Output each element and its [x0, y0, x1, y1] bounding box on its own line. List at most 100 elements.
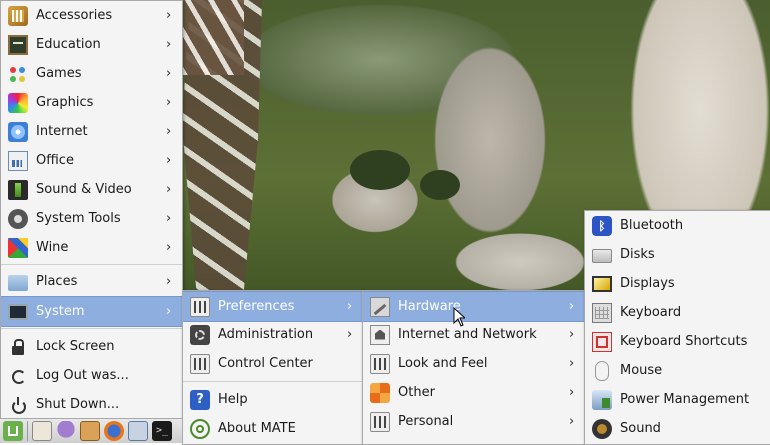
chevron-right-icon: › [569, 327, 575, 342]
menu-item-personal[interactable]: Personal › [363, 407, 585, 436]
menu-item-log-out[interactable]: Log Out was... [1, 361, 182, 390]
logout-icon [8, 366, 28, 386]
accessories-icon [8, 5, 28, 26]
games-icon [8, 63, 28, 84]
menu-item-label: Places [36, 274, 78, 289]
menu-item-administration[interactable]: Administration › [183, 320, 363, 349]
chevron-right-icon: › [569, 414, 575, 429]
office-icon [8, 150, 28, 171]
menu-item-help[interactable]: ? Help [183, 385, 363, 414]
menu-item-label: Sound & Video [36, 182, 132, 197]
menu-separator [1, 328, 182, 329]
menu-item-graphics[interactable]: Graphics › [1, 88, 182, 117]
menu-item-accessories[interactable]: Accessories › [1, 1, 182, 30]
menu-item-places[interactable]: Places › [1, 267, 182, 296]
file-manager-launcher-icon[interactable] [128, 421, 148, 441]
disk-icon [592, 249, 612, 263]
network-icon [370, 324, 390, 345]
text-editor-launcher-icon[interactable] [32, 421, 52, 441]
menu-item-lock-screen[interactable]: Lock Screen [1, 332, 182, 361]
pidgin-launcher-icon[interactable] [56, 421, 76, 441]
menu-item-education[interactable]: Education › [1, 30, 182, 59]
menu-item-label: Power Management [620, 392, 750, 407]
menu-item-label: Bluetooth [620, 218, 684, 233]
menu-item-system[interactable]: System › [1, 296, 182, 327]
system-tools-icon [8, 208, 28, 229]
menu-item-sound-video[interactable]: Sound & Video › [1, 175, 182, 204]
graphics-icon [8, 92, 28, 113]
menu-item-label: Log Out was... [36, 368, 129, 383]
firefox-launcher-icon[interactable] [104, 421, 124, 441]
chevron-right-icon: › [347, 299, 353, 314]
menu-item-control-center[interactable]: Control Center [183, 349, 363, 378]
menu-item-internet-network[interactable]: Internet and Network › [363, 320, 585, 349]
bluetooth-icon: ᛒ [592, 215, 612, 236]
chevron-right-icon: › [166, 153, 172, 168]
menu-item-label: Wine [36, 240, 69, 255]
chevron-right-icon: › [569, 356, 575, 371]
menu-item-preferences[interactable]: Preferences › [183, 291, 363, 322]
sound-video-icon [8, 179, 28, 200]
display-icon [592, 275, 612, 292]
chevron-right-icon: › [166, 66, 172, 81]
menu-item-games[interactable]: Games › [1, 59, 182, 88]
menu-item-internet[interactable]: Internet › [1, 117, 182, 146]
menu-item-look-and-feel[interactable]: Look and Feel › [363, 349, 585, 378]
chevron-right-icon: › [569, 299, 575, 314]
menu-item-displays[interactable]: Displays [585, 269, 770, 298]
menu-item-wine[interactable]: Wine › [1, 233, 182, 262]
menu-item-keyboard-shortcuts[interactable]: Keyboard Shortcuts [585, 327, 770, 356]
menu-launcher-icon[interactable] [3, 421, 23, 441]
chevron-right-icon: › [166, 8, 172, 23]
menu-item-label: Accessories [36, 8, 113, 23]
wallpaper-shrub [350, 150, 410, 190]
hardware-submenu: ᛒ Bluetooth Disks Displays Keyboard Keyb… [584, 210, 770, 445]
folder-icon [8, 274, 28, 291]
menu-item-label: Help [218, 392, 248, 407]
menu-item-label: Hardware [398, 299, 461, 314]
mouse-icon [595, 360, 609, 381]
abiword-launcher-icon[interactable] [80, 421, 100, 441]
menu-item-keyboard[interactable]: Keyboard [585, 298, 770, 327]
menu-item-sound[interactable]: Sound [585, 414, 770, 443]
hardware-icon [370, 296, 390, 317]
menu-item-label: System Tools [36, 211, 121, 226]
chevron-right-icon: › [347, 327, 353, 342]
chevron-right-icon: › [166, 95, 172, 110]
menu-item-label: Education [36, 37, 101, 52]
menu-item-about-mate[interactable]: About MATE [183, 414, 363, 443]
chevron-right-icon: › [166, 304, 172, 319]
menu-item-label: Internet [36, 124, 88, 139]
chevron-right-icon: › [166, 37, 172, 52]
control-center-icon [190, 353, 210, 374]
menu-separator [183, 381, 363, 382]
menu-item-power-management[interactable]: Power Management [585, 385, 770, 414]
menu-item-label: Personal [398, 414, 454, 429]
menu-item-office[interactable]: Office › [1, 146, 182, 175]
menu-item-bluetooth[interactable]: ᛒ Bluetooth [585, 211, 770, 240]
menu-item-other[interactable]: Other › [363, 378, 585, 407]
system-submenu: Preferences › Administration › Control C… [182, 290, 364, 445]
mate-logo-icon [190, 418, 210, 439]
menu-item-hardware[interactable]: Hardware › [363, 291, 585, 322]
menu-item-label: Administration [218, 327, 314, 342]
chevron-right-icon: › [166, 211, 172, 226]
menu-item-label: Internet and Network [398, 327, 537, 342]
administration-icon [190, 324, 210, 345]
menu-item-disks[interactable]: Disks [585, 240, 770, 269]
help-icon: ? [190, 389, 210, 410]
lock-icon [8, 337, 28, 357]
chevron-right-icon: › [166, 240, 172, 255]
menu-item-shut-down[interactable]: Shut Down... [1, 390, 182, 419]
menu-item-label: Control Center [218, 356, 313, 371]
panel-separator [27, 421, 28, 441]
keyboard-shortcuts-icon [592, 331, 612, 352]
chevron-right-icon: › [166, 124, 172, 139]
menu-item-system-tools[interactable]: System Tools › [1, 204, 182, 233]
preferences-icon [190, 296, 210, 317]
monitor-icon [8, 303, 28, 320]
menu-item-label: Sound [620, 421, 661, 436]
terminal-launcher-icon[interactable]: >_ [152, 421, 172, 441]
chevron-right-icon: › [166, 274, 172, 289]
menu-item-mouse[interactable]: Mouse [585, 356, 770, 385]
